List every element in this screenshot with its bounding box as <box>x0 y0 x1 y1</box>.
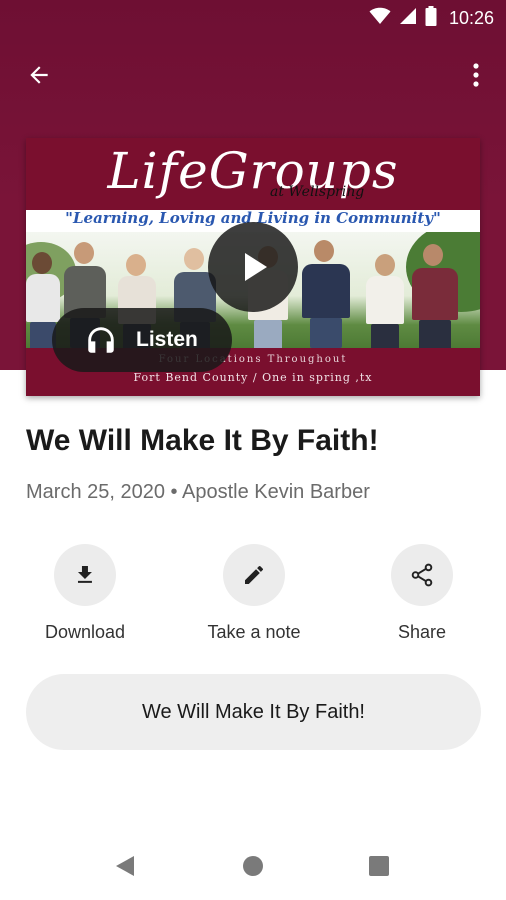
artwork-title: LifeGroups <box>107 142 399 200</box>
arrow-left-icon <box>30 66 48 84</box>
take-note-button[interactable] <box>223 544 285 606</box>
signal-icon <box>399 7 417 30</box>
share-icon <box>411 563 433 587</box>
artwork-subtitle: at Wellspring <box>270 184 365 200</box>
series-button[interactable]: We Will Make It By Faith! <box>26 674 481 750</box>
share-label: Share <box>397 622 447 642</box>
sermon-meta: March 25, 2020 • Apostle Kevin Barber <box>26 481 370 503</box>
nav-recents-icon[interactable] <box>369 856 389 876</box>
back-button[interactable] <box>22 58 56 92</box>
download-action[interactable]: Download <box>20 544 150 643</box>
play-button[interactable] <box>208 222 298 312</box>
listen-label: Listen <box>136 328 198 351</box>
headphones-icon <box>84 323 118 357</box>
nav-home-icon[interactable] <box>243 856 263 876</box>
listen-button[interactable]: Listen <box>52 308 232 372</box>
wifi-icon <box>369 7 391 30</box>
play-icon <box>245 253 267 281</box>
nav-back-icon[interactable] <box>114 854 136 883</box>
sermon-title: We Will Make It By Faith! <box>26 424 379 457</box>
more-options-button[interactable] <box>462 58 490 92</box>
app-bar <box>0 52 506 96</box>
share-button[interactable] <box>391 544 453 606</box>
take-note-action[interactable]: Take a note <box>189 544 319 643</box>
download-button[interactable] <box>54 544 116 606</box>
more-vertical-icon <box>473 63 479 87</box>
take-note-label: Take a note <box>207 622 301 642</box>
battery-icon <box>425 6 437 31</box>
status-bar: 10:26 <box>0 0 506 36</box>
system-nav-bar <box>0 836 506 896</box>
share-action[interactable]: Share <box>357 544 487 643</box>
pencil-icon <box>245 565 263 584</box>
download-label: Download <box>44 622 126 642</box>
artwork-footer-line2: Fort Bend County / One in spring ,tx <box>133 371 373 384</box>
status-time: 10:26 <box>448 8 494 28</box>
download-icon <box>77 565 92 583</box>
